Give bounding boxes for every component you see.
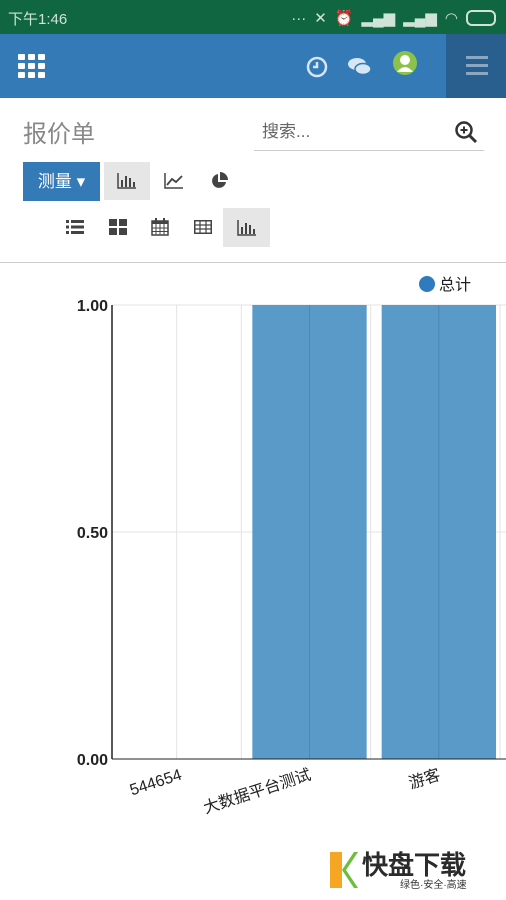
x-tick-label: 544654: [128, 767, 184, 800]
navbar: [0, 34, 506, 98]
legend-swatch: [419, 276, 435, 292]
status-time: 下午1:46: [8, 11, 68, 28]
kanban-icon: [109, 219, 127, 235]
bar-chart-icon: [236, 219, 256, 236]
pie-chart-icon: [212, 172, 228, 188]
chat-icon[interactable]: [347, 54, 373, 80]
zoom-in-search-icon[interactable]: [454, 120, 478, 144]
graph-view-button[interactable]: [223, 208, 270, 247]
x-tick-label: 大数据平台测试: [201, 766, 313, 818]
apps-grid-icon[interactable]: [18, 54, 46, 78]
bar-chart: 1.00 0.50 0.00 544654 大数据平台测试 游客 总计: [77, 276, 506, 818]
table-icon: [194, 220, 212, 234]
mute-icon: ✕: [314, 10, 327, 27]
watermark-brand: 快盘下载: [362, 850, 466, 880]
more-dots-icon: ···: [291, 9, 307, 27]
kanban-view-button[interactable]: [95, 208, 141, 246]
line-chart-icon: [164, 173, 183, 189]
watermark-tagline: 绿色·安全·高速: [400, 878, 467, 891]
signal-icon-2: ▂▄▆: [403, 10, 437, 27]
page-title: 报价单: [23, 121, 95, 148]
list-icon: [66, 220, 84, 234]
search-input[interactable]: [260, 118, 444, 146]
bar-chart-icon: [117, 173, 136, 189]
calendar-icon: [151, 218, 169, 236]
legend-label: 总计: [439, 276, 471, 294]
table-view-button[interactable]: [180, 208, 226, 246]
signal-icon: ▂▄▆: [361, 10, 396, 27]
avatar-icon[interactable]: [392, 50, 418, 76]
calendar-view-button[interactable]: [137, 208, 183, 246]
wifi-icon: ◠: [444, 10, 458, 27]
menu-button[interactable]: [446, 34, 506, 98]
measure-dropdown[interactable]: 测量 ▾: [23, 162, 100, 201]
line-chart-button[interactable]: [151, 162, 197, 200]
status-icons: ··· ✕ ⏰ ▂▄▆ ▂▄▆ ◠: [291, 9, 496, 27]
watermark-logo: 快盘下载 绿色·安全·高速: [330, 850, 467, 891]
pie-chart-button[interactable]: [196, 162, 242, 200]
alarm-icon: ⏰: [334, 10, 354, 27]
y-tick-label: 1.00: [77, 298, 108, 315]
x-tick-label: 游客: [407, 766, 443, 793]
y-tick-label: 0.50: [77, 525, 108, 542]
search-box: [254, 114, 484, 151]
hamburger-icon: [466, 56, 488, 75]
status-bar: 下午1:46 ··· ✕ ⏰ ▂▄▆ ▂▄▆ ◠: [0, 0, 506, 34]
bar-chart-button[interactable]: [104, 162, 150, 200]
list-view-button[interactable]: [52, 208, 98, 246]
battery-icon: [466, 10, 496, 26]
clock-icon[interactable]: [304, 54, 330, 80]
y-tick-label: 0.00: [77, 752, 108, 769]
